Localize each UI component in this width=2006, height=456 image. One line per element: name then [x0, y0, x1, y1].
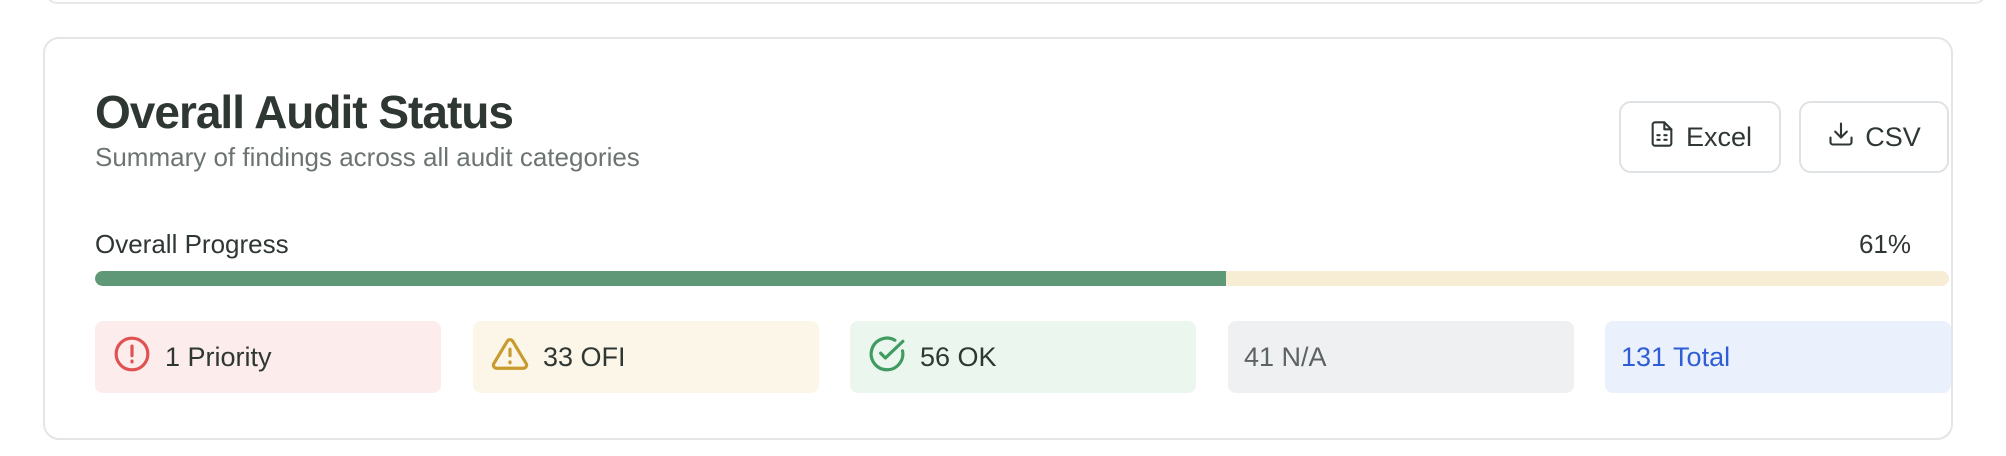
stat-priority-label: 1 Priority — [165, 341, 272, 372]
card-subtitle: Summary of findings across all audit cat… — [95, 142, 640, 172]
stat-ok-label: 56 OK — [920, 341, 997, 372]
progress-label: Overall Progress — [95, 229, 289, 259]
download-icon — [1827, 120, 1855, 155]
export-excel-label: Excel — [1685, 121, 1753, 152]
warning-triangle-icon — [491, 335, 529, 380]
stat-na-label: 41 N/A — [1244, 341, 1327, 372]
previous-card-edge — [44, 0, 1988, 4]
stat-not-applicable: 41 N/A — [1228, 321, 1574, 393]
export-excel-button[interactable]: Excel — [1619, 101, 1781, 173]
stat-ofi: 33 OFI — [473, 321, 819, 393]
stat-ok: 56 OK — [850, 321, 1196, 393]
progress-bar-track — [95, 271, 1949, 286]
stat-ofi-label: 33 OFI — [543, 341, 626, 372]
audit-status-card: Overall Audit Status Summary of findings… — [43, 37, 1953, 440]
stat-total: 131 Total — [1605, 321, 1951, 393]
export-csv-button[interactable]: CSV — [1799, 101, 1949, 173]
export-csv-label: CSV — [1865, 121, 1921, 152]
stat-priority: 1 Priority — [95, 321, 441, 393]
stat-total-label: 131 Total — [1621, 341, 1731, 372]
check-circle-icon — [868, 335, 906, 380]
progress-percentage: 61% — [1858, 229, 1911, 259]
file-spreadsheet-icon — [1648, 120, 1676, 155]
alert-circle-icon — [113, 335, 151, 380]
card-title: Overall Audit Status — [95, 86, 514, 138]
progress-bar-fill — [95, 271, 1226, 286]
